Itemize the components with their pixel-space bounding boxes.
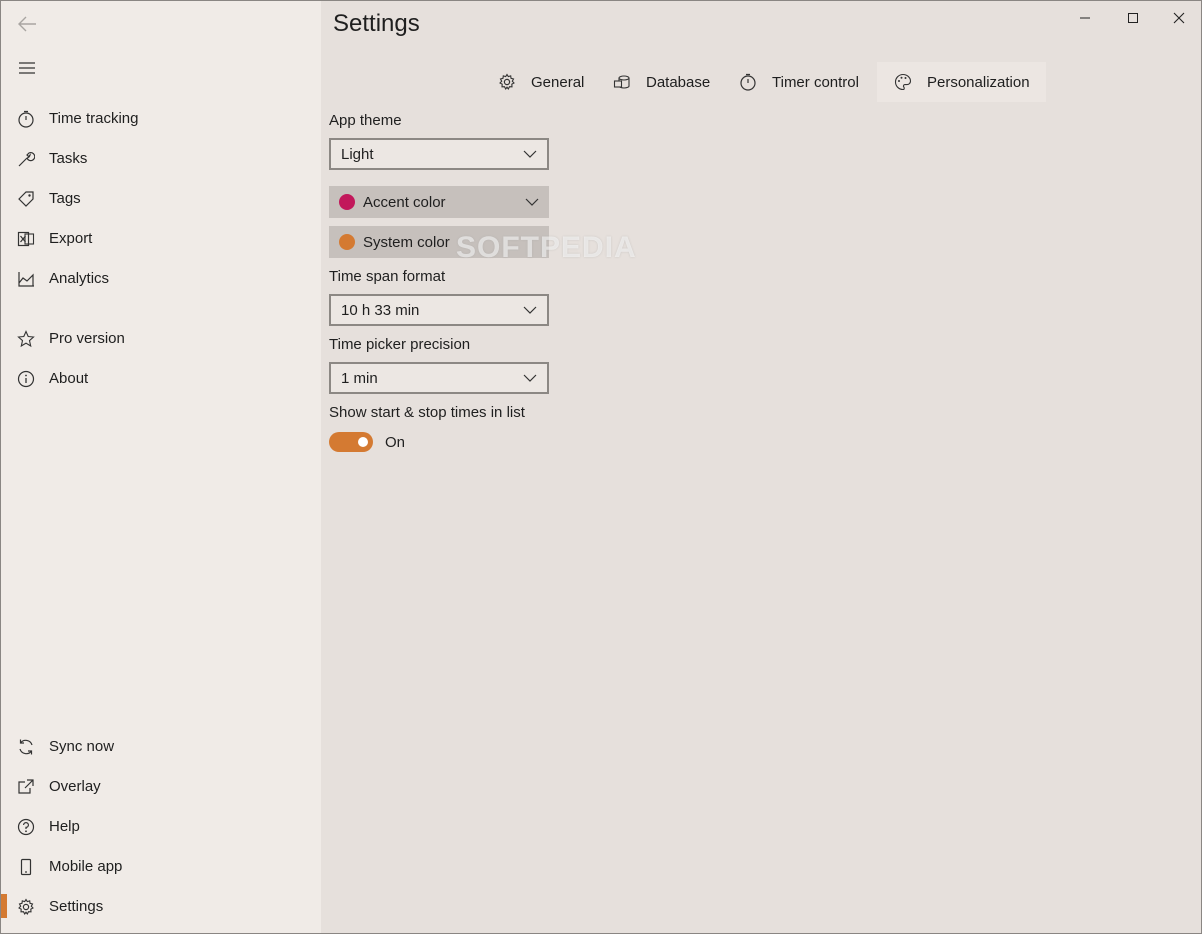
time-span-format-label: Time span format (329, 268, 446, 285)
chevron-down-icon (523, 306, 537, 314)
star-icon (16, 329, 36, 349)
toggle-knob (358, 437, 368, 447)
help-icon (16, 817, 36, 837)
main-content: Settings General Database Timer control … (321, 1, 1201, 933)
sidebar-item-label: Tasks (49, 150, 88, 167)
sidebar-item-pro-version[interactable]: Pro version (1, 319, 321, 359)
accent-color-dropdown[interactable]: Accent color (329, 186, 549, 218)
sidebar-item-label: Tags (49, 190, 81, 207)
minimize-button[interactable] (1065, 5, 1105, 31)
sidebar-item-time-tracking[interactable]: Time tracking (1, 99, 321, 139)
sidebar-item-label: Time tracking (49, 110, 139, 127)
sidebar-item-label: Settings (49, 898, 104, 915)
time-picker-precision-value: 1 min (341, 369, 378, 387)
phone-icon (16, 857, 36, 877)
sidebar-item-label: Pro version (49, 330, 125, 347)
page-title: Settings (333, 10, 420, 37)
gear-icon (16, 897, 36, 917)
sidebar-item-label: Analytics (49, 270, 110, 287)
sidebar-item-tags[interactable]: Tags (1, 179, 321, 219)
tab-label: Timer control (772, 73, 859, 91)
close-icon (1173, 12, 1185, 24)
time-span-format-dropdown[interactable]: 10 h 33 min (329, 294, 549, 326)
sidebar-item-mobile-app[interactable]: Mobile app (1, 847, 321, 887)
tab-timer-control[interactable]: Timer control (722, 62, 875, 102)
time-picker-precision-dropdown[interactable]: 1 min (329, 362, 549, 394)
sidebar-item-label: Overlay (49, 778, 101, 795)
tab-general[interactable]: General (481, 62, 600, 102)
stopwatch-icon (16, 109, 36, 129)
sidebar-item-analytics[interactable]: Analytics (1, 259, 321, 299)
sidebar-item-label: Sync now (49, 738, 115, 755)
sidebar-item-help[interactable]: Help (1, 807, 321, 847)
chevron-down-icon (523, 150, 537, 158)
sync-icon (16, 737, 36, 757)
palette-icon (893, 72, 913, 92)
sidebar-item-tasks[interactable]: Tasks (1, 139, 321, 179)
maximize-icon (1128, 13, 1138, 23)
area-chart-icon (16, 269, 36, 289)
show-times-label: Show start & stop times in list (329, 404, 525, 421)
wrench-icon (16, 149, 36, 169)
database-icon (612, 72, 632, 92)
accent-color-label: Accent color (363, 193, 446, 211)
time-picker-precision-label: Time picker precision (329, 336, 471, 353)
back-arrow-icon (18, 16, 36, 32)
app-theme-value: Light (341, 145, 374, 163)
back-button[interactable] (13, 11, 41, 37)
sidebar-item-settings[interactable]: Settings (1, 894, 321, 933)
sidebar-item-label: Mobile app (49, 858, 123, 875)
accent-color-swatch (339, 194, 355, 210)
sidebar: Time tracking Tasks Tags Export Analytic… (1, 1, 321, 933)
hamburger-icon (19, 62, 35, 74)
popout-icon (16, 777, 36, 797)
time-span-format-value: 10 h 33 min (341, 301, 420, 319)
app-window: Time tracking Tasks Tags Export Analytic… (0, 0, 1202, 934)
watermark: SOFTPEDIA (456, 231, 637, 264)
tab-database[interactable]: Database (596, 62, 726, 102)
gear-icon (497, 72, 517, 92)
info-icon (16, 369, 36, 389)
sidebar-item-sync-now[interactable]: Sync now (1, 727, 321, 767)
sidebar-item-about[interactable]: About (1, 359, 321, 399)
tab-personalization[interactable]: Personalization (877, 62, 1046, 102)
tag-icon (16, 189, 36, 209)
show-times-state: On (385, 434, 406, 451)
close-button[interactable] (1159, 5, 1199, 31)
system-color-swatch (339, 234, 355, 250)
tab-label: Database (646, 73, 711, 91)
sidebar-item-overlay[interactable]: Overlay (1, 767, 321, 807)
stopwatch-icon (738, 72, 758, 92)
minimize-icon (1080, 17, 1090, 19)
tab-label: General (531, 73, 585, 91)
tab-label: Personalization (927, 73, 1030, 91)
sidebar-item-label: Export (49, 230, 93, 247)
app-theme-dropdown[interactable]: Light (329, 138, 549, 170)
sidebar-item-label: Help (49, 818, 80, 835)
show-times-toggle[interactable] (329, 432, 373, 452)
settings-tabs: General Database Timer control Personali… (321, 62, 1201, 102)
maximize-button[interactable] (1113, 5, 1153, 31)
sidebar-item-export[interactable]: Export (1, 219, 321, 259)
app-theme-label: App theme (329, 112, 402, 129)
chevron-down-icon (525, 198, 539, 206)
chevron-down-icon (523, 374, 537, 382)
sidebar-item-label: About (49, 370, 89, 387)
hamburger-menu-button[interactable] (13, 55, 41, 81)
excel-icon (16, 229, 36, 249)
